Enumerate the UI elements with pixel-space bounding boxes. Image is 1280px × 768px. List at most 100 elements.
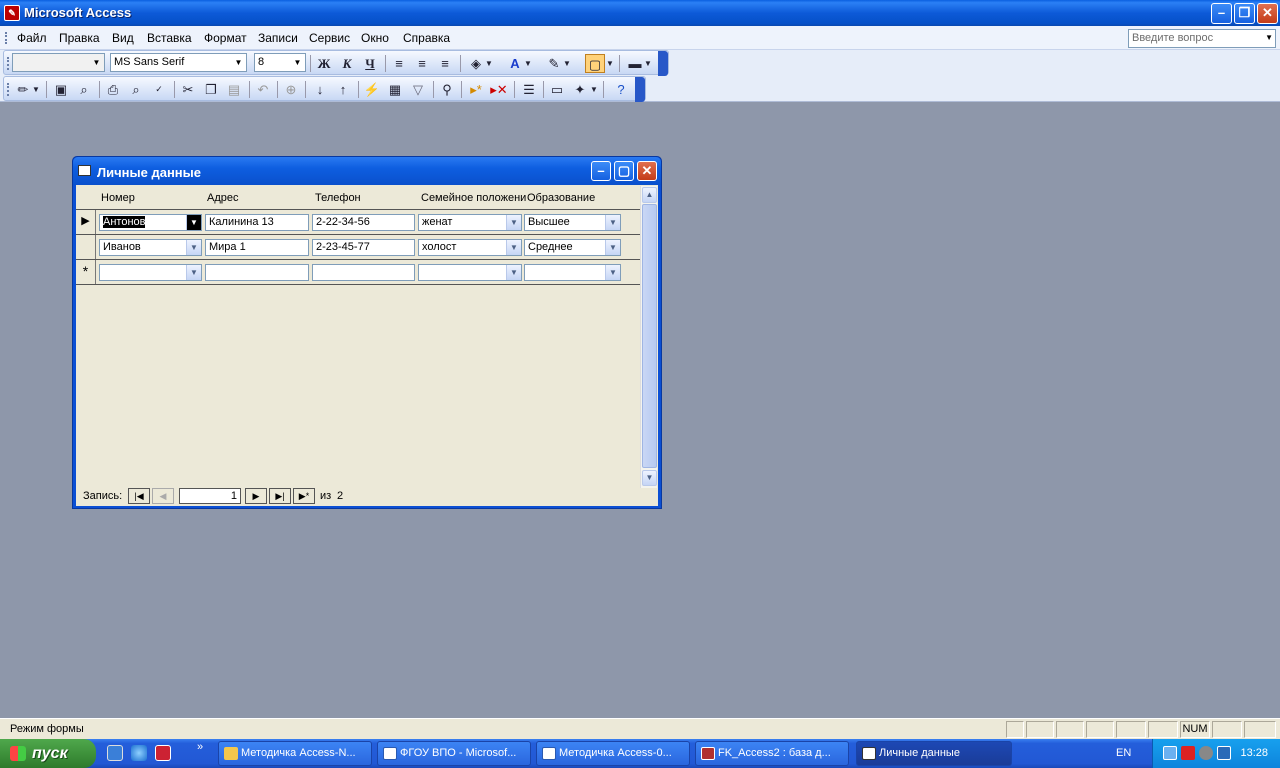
record-number-input[interactable]: 1 bbox=[179, 488, 241, 504]
form-title-bar[interactable]: Личные данные – ▢ ✕ bbox=[73, 157, 661, 185]
cut-icon[interactable]: ✂ bbox=[178, 80, 198, 99]
menu-window[interactable]: Окно bbox=[361, 31, 389, 45]
chevron-down-icon[interactable]: ▼ bbox=[523, 54, 533, 73]
taskbar-item-word-2[interactable]: Методичка Access-0... bbox=[536, 741, 690, 766]
object-combo[interactable]: ▼ bbox=[12, 53, 105, 72]
first-record-icon[interactable]: |◀ bbox=[128, 488, 150, 504]
address-field[interactable]: Мира 1 bbox=[205, 239, 309, 256]
font-color-icon[interactable]: A bbox=[505, 54, 525, 73]
copy-icon[interactable]: ❐ bbox=[201, 80, 221, 99]
filter-by-selection-icon[interactable]: ⚡ bbox=[362, 80, 382, 99]
scroll-up-icon[interactable]: ▲ bbox=[642, 187, 657, 203]
marital-status-combo[interactable]: женат ▼ bbox=[418, 214, 522, 231]
help-icon[interactable]: ? bbox=[611, 80, 631, 99]
print-icon[interactable]: ⎙ bbox=[103, 80, 123, 99]
align-left-icon[interactable]: ≡ bbox=[389, 54, 409, 73]
address-field[interactable] bbox=[205, 264, 309, 281]
database-window-icon[interactable]: ▭ bbox=[547, 80, 567, 99]
font-size-combo[interactable]: 8 ▼ bbox=[254, 53, 306, 72]
menu-tools[interactable]: Сервис bbox=[309, 31, 350, 45]
toolbar-options-icon[interactable] bbox=[658, 51, 668, 76]
network-icon[interactable] bbox=[1163, 746, 1177, 760]
chevron-down-icon[interactable]: ▼ bbox=[506, 240, 521, 255]
menu-format[interactable]: Формат bbox=[204, 31, 247, 45]
quick-launch-app-icon[interactable] bbox=[155, 745, 171, 761]
marital-status-combo[interactable]: ▼ bbox=[418, 264, 522, 281]
access-app-icon[interactable]: ✎ bbox=[4, 5, 20, 21]
phone-field[interactable]: 2-23-45-77 bbox=[312, 239, 415, 256]
start-button[interactable]: пуск bbox=[0, 739, 96, 768]
education-combo[interactable]: Высшее ▼ bbox=[524, 214, 621, 231]
new-object-icon[interactable]: ✦ bbox=[570, 80, 590, 99]
tray-monitor-icon[interactable] bbox=[1217, 746, 1231, 760]
paste-icon[interactable]: ▤ bbox=[224, 80, 244, 99]
fill-color-icon[interactable]: ◈ bbox=[466, 54, 486, 73]
education-combo[interactable]: Среднее ▼ bbox=[524, 239, 621, 256]
align-right-icon[interactable]: ≡ bbox=[435, 54, 455, 73]
record-selector-new[interactable]: * bbox=[76, 260, 96, 284]
nomer-combo[interactable]: Антонов ▼ bbox=[99, 214, 202, 231]
chevron-right-icon[interactable]: » bbox=[197, 741, 209, 757]
clock[interactable]: 13:28 bbox=[1240, 747, 1268, 759]
spelling-icon[interactable]: ✓ bbox=[149, 80, 169, 99]
hyperlink-icon[interactable]: ⊕ bbox=[281, 80, 301, 99]
taskbar-item-access-db[interactable]: FK_Access2 : база д... bbox=[695, 741, 849, 766]
education-combo[interactable]: ▼ bbox=[524, 264, 621, 281]
view-icon[interactable]: ✏ bbox=[13, 80, 33, 99]
chevron-down-icon[interactable]: ▼ bbox=[186, 265, 201, 280]
menu-file[interactable]: Файл bbox=[17, 31, 47, 45]
record-selector-current[interactable]: ▶ bbox=[76, 210, 96, 234]
chevron-down-icon[interactable]: ▼ bbox=[186, 240, 201, 255]
chevron-down-icon[interactable]: ▼ bbox=[291, 55, 304, 70]
chevron-down-icon[interactable]: ▼ bbox=[589, 80, 599, 99]
last-record-icon[interactable]: ▶| bbox=[269, 488, 291, 504]
find-icon[interactable]: ⚲ bbox=[437, 80, 457, 99]
marital-status-combo[interactable]: холост ▼ bbox=[418, 239, 522, 256]
new-record-icon[interactable]: ▸* bbox=[466, 80, 486, 99]
menu-records[interactable]: Записи bbox=[258, 31, 298, 45]
border-style-icon[interactable]: ▢ bbox=[585, 54, 605, 73]
line-width-icon[interactable]: ▬ bbox=[625, 54, 645, 73]
vertical-scrollbar[interactable]: ▲ ▼ bbox=[640, 186, 657, 488]
address-field[interactable]: Калинина 13 bbox=[205, 214, 309, 231]
line-color-icon[interactable]: ✎ bbox=[544, 54, 564, 73]
delete-record-icon[interactable]: ▸✕ bbox=[489, 80, 509, 99]
phone-field[interactable]: 2-22-34-56 bbox=[312, 214, 415, 231]
scroll-thumb[interactable] bbox=[642, 204, 657, 468]
filter-by-form-icon[interactable]: ▦ bbox=[385, 80, 405, 99]
chevron-down-icon[interactable]: ▼ bbox=[605, 240, 620, 255]
taskbar-item-word-1[interactable]: ФГОУ ВПО - Microsof... bbox=[377, 741, 531, 766]
chevron-down-icon[interactable]: ▼ bbox=[31, 80, 41, 99]
font-name-combo[interactable]: MS Sans Serif ▼ bbox=[110, 53, 247, 72]
menu-insert[interactable]: Вставка bbox=[147, 31, 192, 45]
search-file-icon[interactable]: ⌕ bbox=[74, 80, 94, 99]
chevron-down-icon[interactable]: ▼ bbox=[605, 265, 620, 280]
chevron-down-icon[interactable]: ▼ bbox=[90, 55, 103, 70]
form-maximize-button[interactable]: ▢ bbox=[614, 161, 634, 181]
toolbar-grip[interactable] bbox=[7, 83, 9, 96]
chevron-down-icon[interactable]: ▼ bbox=[605, 215, 620, 230]
chevron-down-icon[interactable]: ▼ bbox=[605, 54, 615, 73]
underline-button[interactable]: Ч bbox=[360, 54, 380, 73]
save-icon[interactable]: ▣ bbox=[51, 80, 71, 99]
properties-icon[interactable]: ☰ bbox=[519, 80, 539, 99]
menu-help[interactable]: Справка bbox=[403, 31, 450, 45]
previous-record-icon[interactable]: ◀ bbox=[152, 488, 174, 504]
menu-view[interactable]: Вид bbox=[112, 31, 134, 45]
italic-button[interactable]: К bbox=[337, 54, 357, 73]
new-record-nav-icon[interactable]: ▶* bbox=[293, 488, 315, 504]
chevron-down-icon[interactable]: ▼ bbox=[186, 215, 201, 230]
chevron-down-icon[interactable]: ▼ bbox=[1265, 33, 1273, 42]
close-button[interactable]: ✕ bbox=[1257, 3, 1278, 24]
apply-filter-icon[interactable]: ▽ bbox=[408, 80, 428, 99]
form-close-button[interactable]: ✕ bbox=[637, 161, 657, 181]
volume-icon[interactable] bbox=[1181, 746, 1195, 760]
toolbar-options-icon[interactable] bbox=[635, 77, 645, 102]
menu-grip[interactable] bbox=[5, 32, 8, 44]
menu-edit[interactable]: Правка bbox=[59, 31, 100, 45]
sort-ascending-icon[interactable]: ↓ bbox=[310, 80, 330, 99]
record-selector[interactable] bbox=[76, 235, 96, 259]
taskbar-item-folder[interactable]: Методичка Access-N... bbox=[218, 741, 372, 766]
print-preview-icon[interactable]: ⌕ bbox=[126, 80, 146, 99]
language-indicator[interactable]: EN bbox=[1116, 747, 1131, 759]
